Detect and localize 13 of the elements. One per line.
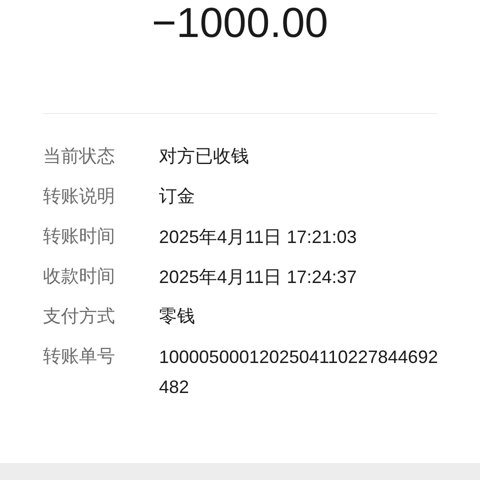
amount: −1000.00 (152, 1, 328, 45)
detail-label: 转账说明 (43, 185, 116, 209)
detail-label: 收款时间 (43, 265, 116, 289)
detail-value: 2025年4月11日 17:24:37 (159, 266, 358, 289)
detail-value: 2025年4月11日 17:21:03 (159, 226, 358, 249)
detail-label: 支付方式 (43, 305, 116, 329)
detail-value: 零钱 (159, 305, 196, 329)
detail-label: 转账单号 (43, 345, 116, 369)
detail-value: 1000050001202504110227844692482 (159, 346, 439, 399)
detail-label: 转账时间 (43, 225, 116, 249)
detail-label: 当前状态 (43, 145, 116, 169)
detail-value: 对方已收钱 (159, 145, 250, 169)
detail-value: 订金 (159, 185, 196, 209)
